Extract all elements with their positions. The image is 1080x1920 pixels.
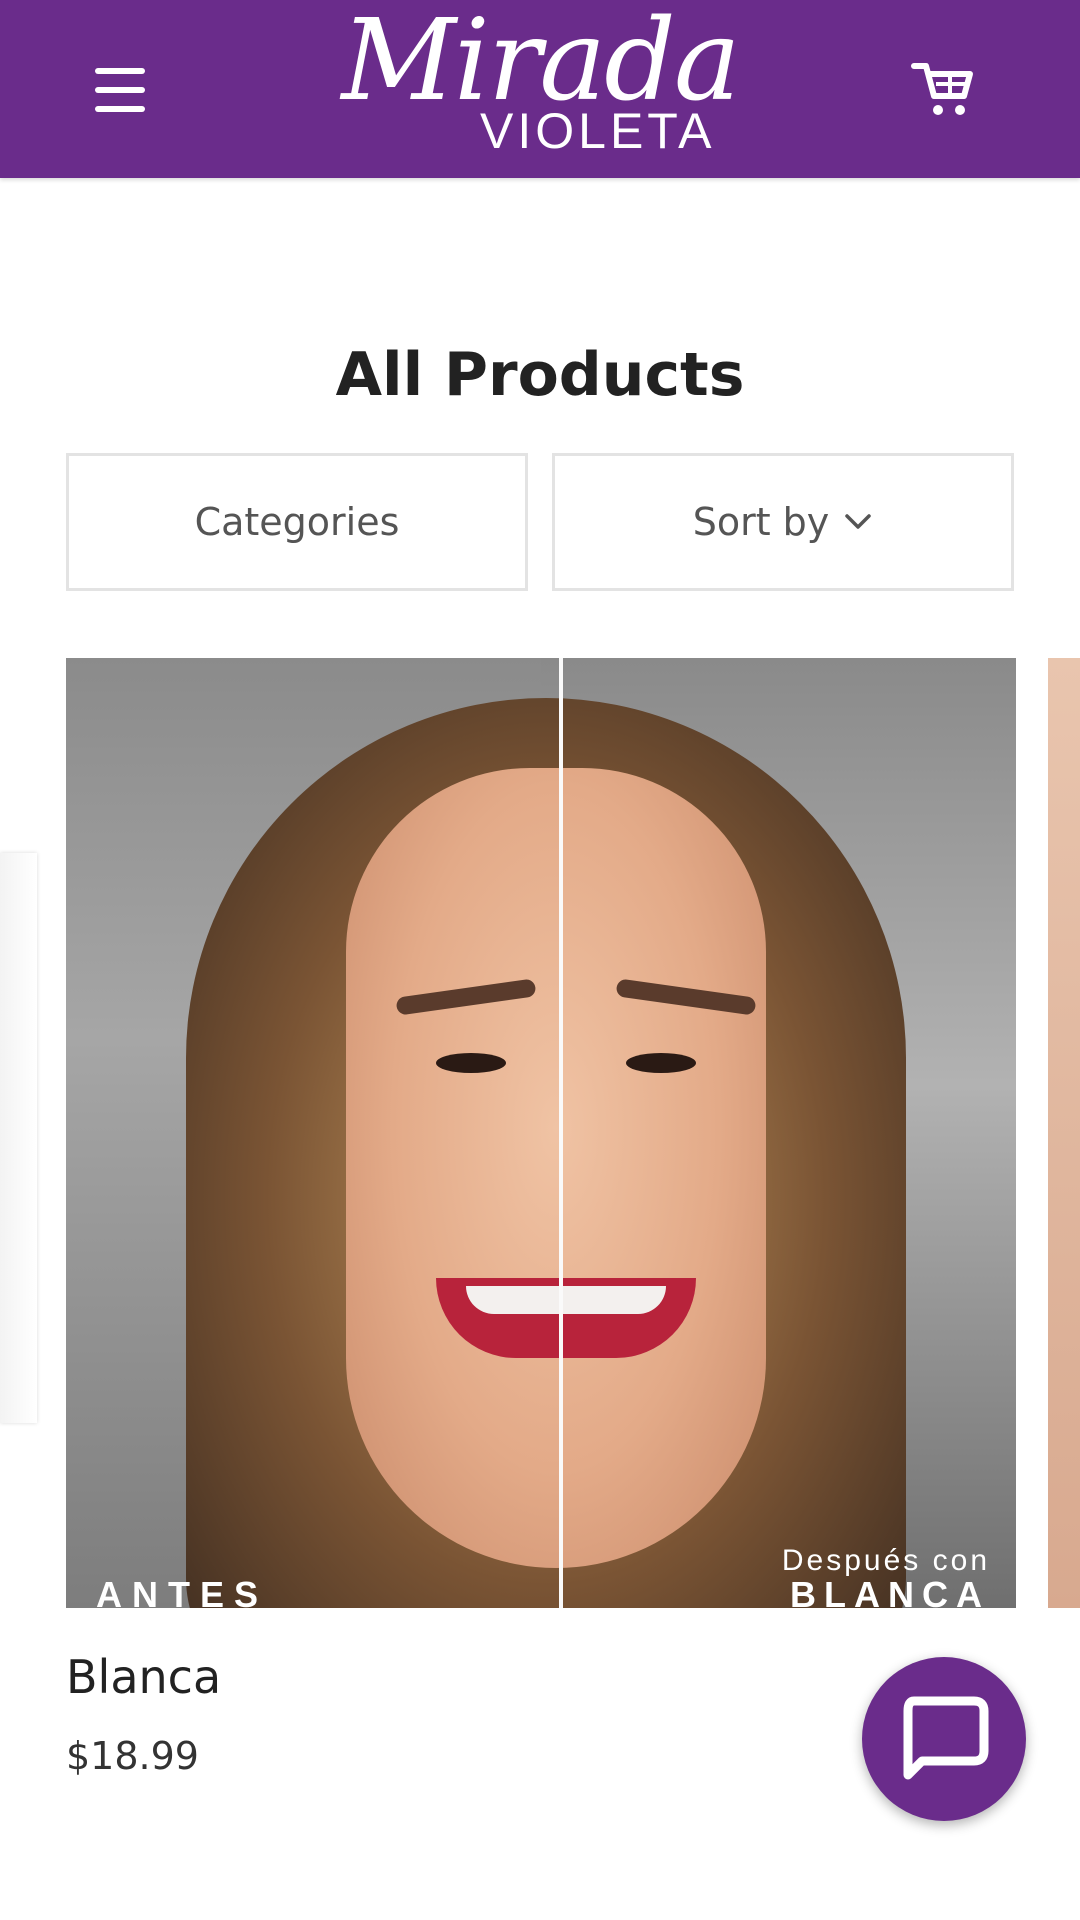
categories-button[interactable]: Categories <box>66 453 528 591</box>
shopping-cart-icon[interactable] <box>910 60 980 120</box>
hamburger-menu-icon[interactable] <box>80 60 160 120</box>
menu-bar <box>95 106 145 112</box>
brand-logo[interactable]: Mirada VIOLETA <box>330 0 750 172</box>
sort-by-label: Sort by <box>692 500 830 544</box>
image-caption-after: BLANCA <box>790 1574 990 1608</box>
previous-product-image[interactable] <box>0 853 37 1423</box>
image-eye <box>436 1053 506 1073</box>
shopping-cart-svg <box>911 63 973 115</box>
image-face <box>346 768 766 1568</box>
brand-logo-subtitle: VIOLETA <box>480 103 716 159</box>
image-eye <box>626 1053 696 1073</box>
menu-bar <box>95 87 145 93</box>
menu-bar <box>95 68 145 74</box>
chat-button[interactable] <box>862 1657 1026 1821</box>
product-image[interactable]: ANTES Después con BLANCA <box>66 658 1016 1608</box>
image-caption-before: ANTES <box>96 1574 269 1608</box>
image-teeth <box>466 1286 666 1314</box>
sort-by-dropdown[interactable]: Sort by <box>552 453 1014 591</box>
site-header: Mirada VIOLETA <box>0 0 1080 178</box>
product-card[interactable]: ANTES Después con BLANCA Blanca $18.99 <box>66 658 1016 1778</box>
chat-bubble-icon <box>903 1696 989 1780</box>
chevron-down-icon <box>845 514 872 529</box>
page-title: All Products <box>335 340 745 411</box>
before-after-divider <box>559 658 563 1608</box>
next-product-image[interactable] <box>1048 658 1080 1608</box>
categories-label: Categories <box>194 500 400 544</box>
image-caption-after-prefix: Después con <box>781 1544 990 1577</box>
